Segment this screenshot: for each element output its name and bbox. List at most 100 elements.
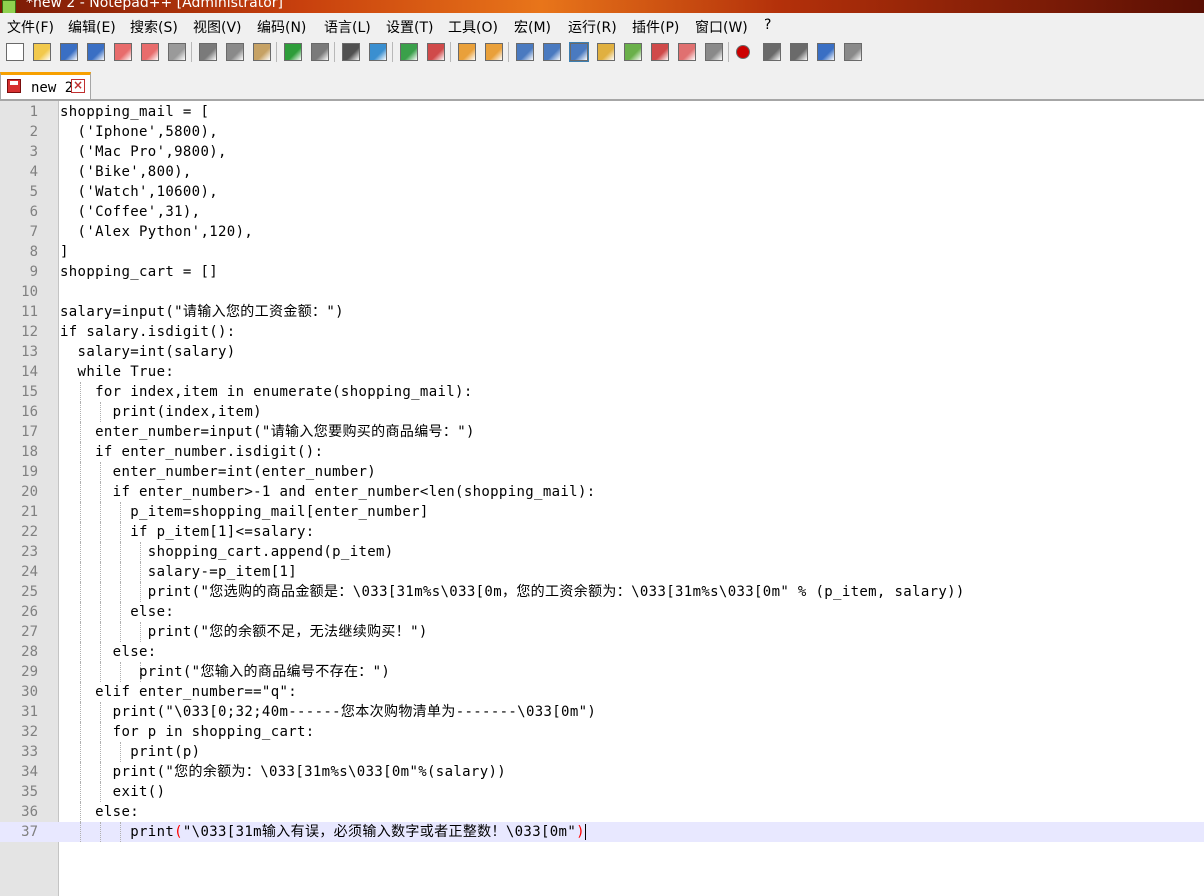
tab-new-2[interactable]: new 2 ×	[0, 72, 91, 99]
code-line[interactable]: 16 print(index,item)	[0, 402, 1204, 422]
code-text: for p in shopping_cart:	[60, 724, 315, 740]
line-number: 29	[21, 664, 38, 680]
menu-item-3[interactable]: 视图(V)	[193, 17, 242, 37]
code-line[interactable]: 1 shopping_mail = [	[0, 102, 1204, 122]
code-line[interactable]: 17 enter_number=input("请输入您要购买的商品编号：")	[0, 422, 1204, 442]
code-text: ('Coffee',31),	[60, 204, 201, 220]
record-macro-icon[interactable]	[736, 45, 750, 59]
menu-item-2[interactable]: 搜索(S)	[130, 17, 178, 37]
tab-close-icon[interactable]: ×	[71, 79, 85, 93]
code-line[interactable]: 10	[0, 282, 1204, 302]
toolbar-separator	[392, 42, 393, 62]
code-line[interactable]: 25 print("您选购的商品金额是：\033[31m%s\033[0m，您的…	[0, 582, 1204, 602]
close-icon[interactable]	[114, 43, 132, 61]
line-number: 37	[21, 824, 38, 840]
new-file-icon[interactable]	[6, 43, 24, 61]
sync-vertical-icon[interactable]	[458, 43, 476, 61]
save-all-icon[interactable]	[87, 43, 105, 61]
word-wrap-icon[interactable]	[516, 43, 534, 61]
code-line[interactable]: 29 print("您输入的商品编号不存在：")	[0, 662, 1204, 682]
code-line[interactable]: 3 ('Mac Pro',9800),	[0, 142, 1204, 162]
line-number: 30	[21, 684, 38, 700]
save-macro-icon[interactable]	[844, 43, 862, 61]
menu-item-9[interactable]: 运行(R)	[568, 17, 617, 37]
line-number: 7	[29, 224, 38, 240]
code-line[interactable]: 6 ('Coffee',31),	[0, 202, 1204, 222]
code-line[interactable]: 14 while True:	[0, 362, 1204, 382]
code-line[interactable]: 4 ('Bike',800),	[0, 162, 1204, 182]
code-line[interactable]: 26 else:	[0, 602, 1204, 622]
run-macro-multiple-icon[interactable]	[817, 43, 835, 61]
redo-icon[interactable]	[311, 43, 329, 61]
save-icon[interactable]	[60, 43, 78, 61]
editor-area[interactable]: 1 shopping_mail = [2 ('Iphone',5800), 3 ('…	[0, 101, 1204, 896]
menu-item-1[interactable]: 编辑(E)	[68, 17, 116, 37]
close-all-icon[interactable]	[141, 43, 159, 61]
menu-item-11[interactable]: 窗口(W)	[695, 17, 748, 37]
replace-icon[interactable]	[369, 43, 387, 61]
code-line[interactable]: 2 ('Iphone',5800),	[0, 122, 1204, 142]
code-line[interactable]: 15 for index,item in enumerate(shopping_…	[0, 382, 1204, 402]
code-line[interactable]: 30 elif enter_number=="q":	[0, 682, 1204, 702]
code-line[interactable]: 5 ('Watch',10600),	[0, 182, 1204, 202]
code-line[interactable]: 22 if p_item[1]<=salary:	[0, 522, 1204, 542]
line-number: 26	[21, 604, 38, 620]
folder-workspace-icon[interactable]	[678, 43, 696, 61]
code-line[interactable]: 13 salary=int(salary)	[0, 342, 1204, 362]
menu-item-10[interactable]: 插件(P)	[632, 17, 679, 37]
stop-macro-icon[interactable]	[763, 43, 781, 61]
toolbar	[0, 39, 1204, 68]
code-line[interactable]: 35 exit()	[0, 782, 1204, 802]
code-line[interactable]: 28 else:	[0, 642, 1204, 662]
code-line[interactable]: 18 if enter_number.isdigit():	[0, 442, 1204, 462]
indent-guide-icon[interactable]	[569, 42, 589, 62]
user-language-icon[interactable]	[597, 43, 615, 61]
undo-icon[interactable]	[284, 43, 302, 61]
code-line[interactable]: 32 for p in shopping_cart:	[0, 722, 1204, 742]
code-text: ('Iphone',5800),	[60, 124, 219, 140]
code-line[interactable]: 34 print("您的余额为：\033[31m%s\033[0m"%(sala…	[0, 762, 1204, 782]
line-number: 36	[21, 804, 38, 820]
menu-item-12[interactable]: ?	[764, 17, 771, 33]
menu-item-0[interactable]: 文件(F)	[7, 17, 54, 37]
paste-icon[interactable]	[253, 43, 271, 61]
code-text: else:	[60, 804, 140, 820]
doc-map-icon[interactable]	[624, 43, 642, 61]
copy-icon[interactable]	[226, 43, 244, 61]
function-list-icon[interactable]	[651, 43, 669, 61]
code-line[interactable]: 37 print("\033[31m输入有误，必须输入数字或者正整数！\033[…	[0, 822, 1204, 842]
sync-horizontal-icon[interactable]	[485, 43, 503, 61]
code-line[interactable]: 7 ('Alex Python',120),	[0, 222, 1204, 242]
code-line[interactable]: 21 p_item=shopping_mail[enter_number]	[0, 502, 1204, 522]
show-all-chars-icon[interactable]	[543, 43, 561, 61]
monitor-icon[interactable]	[705, 43, 723, 61]
code-line[interactable]: 27 print("您的余额不足，无法继续购买！")	[0, 622, 1204, 642]
menu-item-8[interactable]: 宏(M)	[514, 17, 551, 37]
cut-icon[interactable]	[199, 43, 217, 61]
code-line[interactable]: 8]	[0, 242, 1204, 262]
find-icon[interactable]	[342, 43, 360, 61]
tab-bar: new 2 ×	[0, 67, 1204, 101]
code-line[interactable]: 33 print(p)	[0, 742, 1204, 762]
code-line[interactable]: 11 salary=input("请输入您的工资金额：")	[0, 302, 1204, 322]
open-file-icon[interactable]	[33, 43, 51, 61]
code-text: salary-=p_item[1]	[60, 564, 298, 580]
matched-brace-close: )	[576, 824, 585, 840]
code-line[interactable]: 20 if enter_number>-1 and enter_number<l…	[0, 482, 1204, 502]
zoom-in-icon[interactable]	[400, 43, 418, 61]
code-line[interactable]: 12 if salary.isdigit():	[0, 322, 1204, 342]
menu-item-7[interactable]: 工具(O)	[448, 17, 498, 37]
zoom-out-icon[interactable]	[427, 43, 445, 61]
code-line[interactable]: 9 shopping_cart = []	[0, 262, 1204, 282]
code-line[interactable]: 23 shopping_cart.append(p_item)	[0, 542, 1204, 562]
menu-item-4[interactable]: 编码(N)	[257, 17, 306, 37]
code-line[interactable]: 19 enter_number=int(enter_number)	[0, 462, 1204, 482]
code-line[interactable]: 31 print("\033[0;32;40m------您本次购物清单为---…	[0, 702, 1204, 722]
code-line[interactable]: 36 else:	[0, 802, 1204, 822]
menu-item-5[interactable]: 语言(L)	[324, 17, 371, 37]
menu-item-6[interactable]: 设置(T)	[386, 17, 433, 37]
line-number: 1	[29, 104, 38, 120]
print-icon[interactable]	[168, 43, 186, 61]
play-macro-icon[interactable]	[790, 43, 808, 61]
code-line[interactable]: 24 salary-=p_item[1]	[0, 562, 1204, 582]
